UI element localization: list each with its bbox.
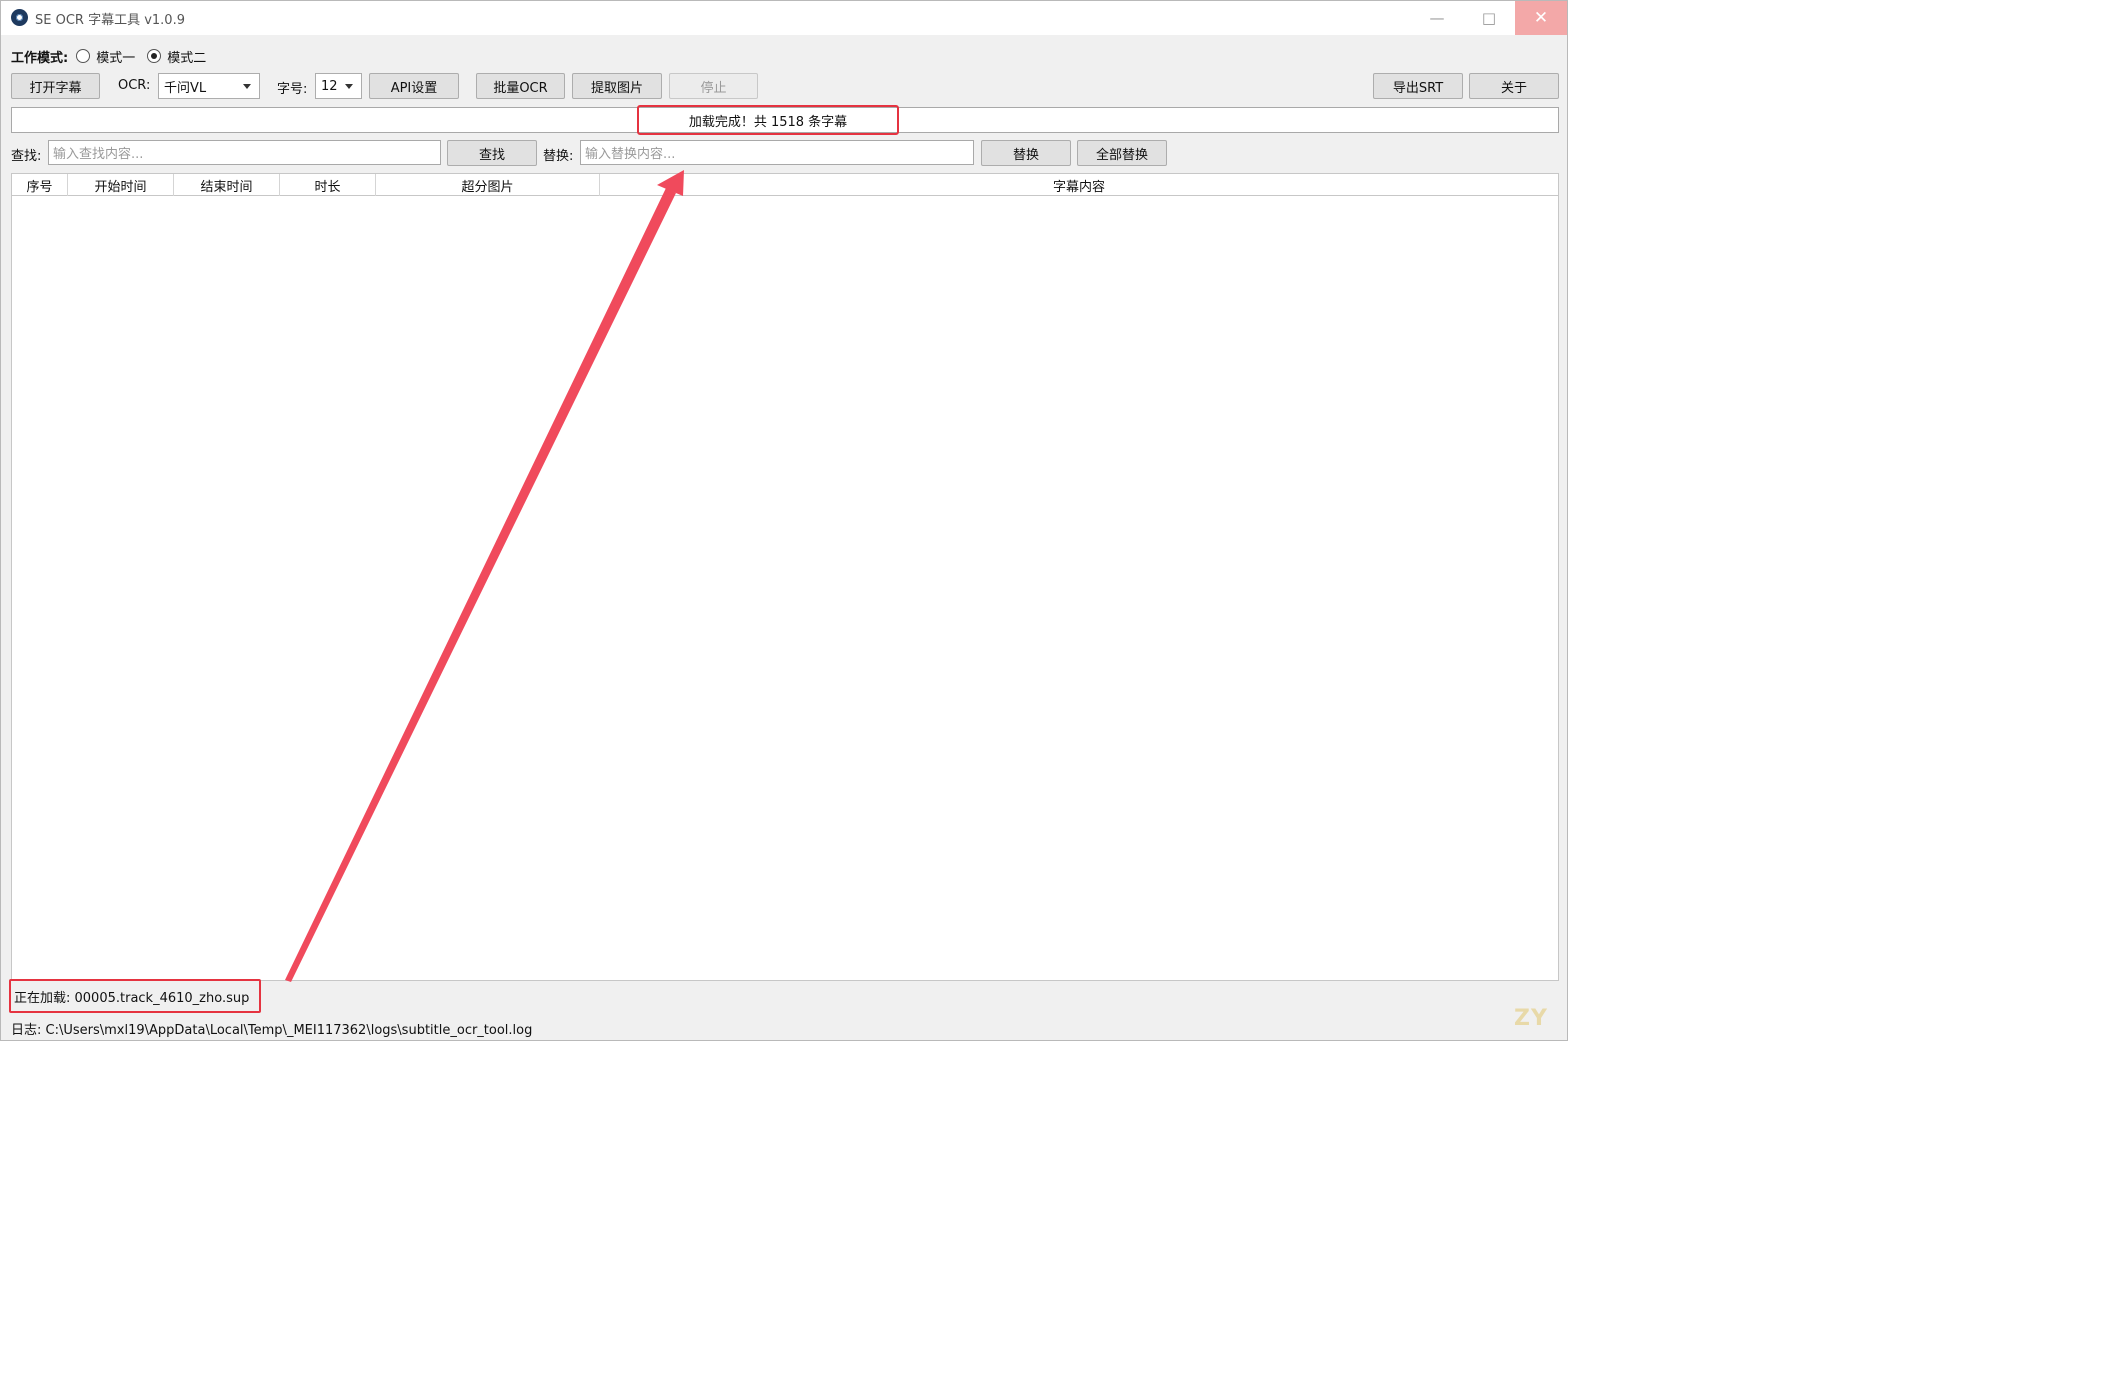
maximize-button[interactable]: □	[1463, 1, 1515, 35]
window-title: SE OCR 字幕工具 v1.0.9	[35, 13, 185, 28]
close-button[interactable]: ✕	[1515, 1, 1567, 35]
table-header: 序号 开始时间 结束时间 时长 超分图片 字幕内容	[12, 174, 1558, 196]
ocr-engine-select[interactable]: 千问VL	[158, 73, 260, 99]
radio-unchecked-icon	[76, 49, 91, 63]
column-header-duration[interactable]: 时长	[280, 174, 376, 196]
export-srt-button[interactable]: 导出SRT	[1373, 73, 1463, 99]
mode-label: 工作模式:	[11, 50, 69, 66]
mode-one-radio[interactable]: 模式一	[76, 47, 135, 66]
column-header-start-time[interactable]: 开始时间	[68, 174, 174, 196]
mode-selector: 工作模式: 模式一 模式二	[11, 46, 218, 66]
mode-one-label: 模式一	[96, 50, 136, 66]
replace-input[interactable]: 输入替换内容...	[580, 140, 974, 165]
open-subtitle-button[interactable]: 打开字幕	[11, 73, 100, 99]
chevron-down-icon	[345, 84, 353, 89]
log-path: 日志: C:\Users\mxl19\AppData\Local\Temp\_M…	[11, 1023, 533, 1038]
replace-all-button[interactable]: 全部替换	[1077, 140, 1167, 166]
font-size-value: 12	[321, 78, 338, 94]
watermark-logo: ZY	[1514, 1005, 1548, 1031]
mode-two-radio[interactable]: 模式二	[147, 47, 206, 66]
loading-status: 正在加载: 00005.track_4610_zho.sup	[9, 979, 261, 1013]
column-header-end-time[interactable]: 结束时间	[174, 174, 280, 196]
find-input[interactable]: 输入查找内容...	[48, 140, 441, 165]
api-settings-button[interactable]: API设置	[369, 73, 459, 99]
stop-button[interactable]: 停止	[669, 73, 758, 99]
batch-ocr-button[interactable]: 批量OCR	[476, 73, 565, 99]
replace-label: 替换:	[543, 149, 574, 164]
column-header-index[interactable]: 序号	[12, 174, 68, 196]
minimize-button[interactable]: —	[1411, 1, 1463, 35]
title-bar: SE OCR 字幕工具 v1.0.9 — □ ✕	[1, 1, 1567, 35]
app-eye-icon	[11, 9, 28, 26]
app-window: SE OCR 字幕工具 v1.0.9 — □ ✕ 工作模式: 模式一 模式二 打…	[0, 0, 1568, 1041]
ocr-engine-value: 千问VL	[164, 80, 207, 96]
font-size-select[interactable]: 12	[315, 73, 362, 99]
chevron-down-icon	[243, 84, 251, 89]
mode-two-label: 模式二	[167, 50, 207, 66]
column-header-subtitle-content[interactable]: 字幕内容	[600, 174, 1558, 196]
font-size-label: 字号:	[277, 82, 308, 97]
column-header-sr-image[interactable]: 超分图片	[376, 174, 600, 196]
extract-images-button[interactable]: 提取图片	[572, 73, 662, 99]
find-label: 查找:	[11, 149, 42, 164]
ocr-label: OCR:	[118, 78, 151, 93]
subtitle-table[interactable]: 序号 开始时间 结束时间 时长 超分图片 字幕内容	[11, 173, 1559, 981]
radio-checked-icon	[147, 49, 162, 63]
status-message: 加载完成！共 1518 条字幕	[637, 105, 899, 135]
replace-button[interactable]: 替换	[981, 140, 1071, 166]
find-button[interactable]: 查找	[447, 140, 537, 166]
about-button[interactable]: 关于	[1469, 73, 1559, 99]
